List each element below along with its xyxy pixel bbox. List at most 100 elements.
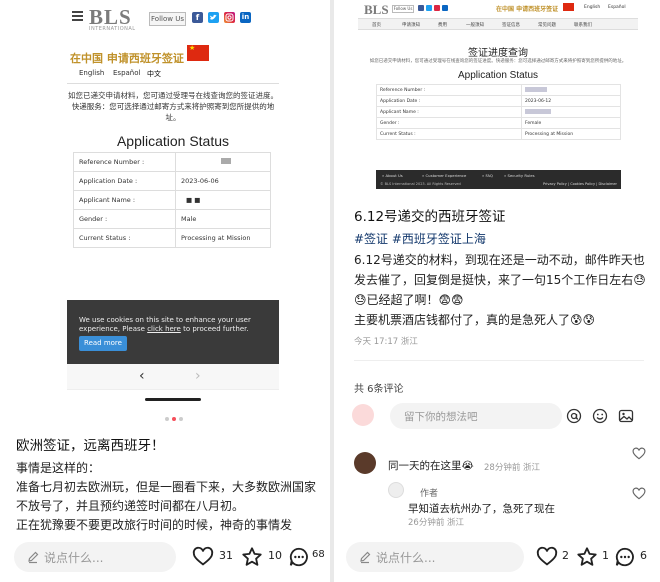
star-icon[interactable]	[241, 546, 263, 568]
left-post-panel: BLS INTERNATIONAL Follow Us f in 在中国 申请西…	[0, 0, 330, 582]
divider	[354, 360, 644, 361]
carousel-dot-active[interactable]	[172, 417, 176, 421]
nav-item[interactable]: 常见问题	[538, 22, 556, 28]
comment-input[interactable]: 留下你的想法吧	[390, 403, 562, 429]
nav-item[interactable]: 签证信息	[502, 22, 520, 28]
follow-us-button[interactable]: Follow Us	[149, 12, 186, 26]
twitter-icon[interactable]	[208, 12, 219, 23]
comment-count-label: 共 6条评论	[354, 384, 404, 395]
footer-link[interactable]: » Customer Experience	[422, 173, 466, 178]
bls-description: 如您已递交申请材料，您可通过受理号在线查询您的签证进度。快递服务：您可选择通过邮…	[369, 59, 627, 64]
twitter-icon[interactable]	[426, 5, 432, 11]
lang-chinese[interactable]: 中文	[147, 69, 161, 79]
facebook-icon[interactable]	[418, 5, 424, 11]
cookie-text-post: to proceed further.	[180, 325, 249, 333]
post-tags[interactable]: #签证 #西班牙签证上海	[354, 230, 486, 247]
avatar[interactable]	[352, 404, 374, 426]
application-status-heading: Application Status	[116, 133, 230, 149]
post-body: 事情是这样的： 准备七月初去欧洲玩，但是一圈看下来，大多数欧洲国家不放号了，并且…	[16, 461, 317, 532]
redaction-mark	[221, 158, 231, 164]
comment-input[interactable]: 说点什么...	[346, 542, 524, 572]
post-title: 欧洲签证，远离西班牙！	[16, 438, 165, 454]
comment-icon[interactable]	[288, 546, 310, 568]
emoji-icon[interactable]	[592, 408, 608, 424]
language-tabs: English Español 中文	[67, 66, 279, 84]
image-icon[interactable]	[618, 408, 634, 424]
instagram-icon[interactable]	[434, 5, 440, 11]
lang-english[interactable]: English	[79, 69, 104, 77]
row-label: Applicant Name :	[73, 190, 176, 210]
nav-item[interactable]: 申请须知	[402, 22, 420, 28]
row-value: Male	[175, 209, 271, 229]
pencil-icon	[360, 551, 371, 564]
instagram-icon[interactable]	[224, 12, 235, 23]
table-row: Current Status : Processing at Mission	[376, 128, 621, 140]
table-row: Gender : Male	[73, 209, 271, 229]
bottom-action-bar: 说点什么... 2 1 6	[334, 538, 660, 582]
heart-icon[interactable]	[536, 546, 558, 568]
lang-spanish[interactable]: Español	[113, 69, 140, 77]
comment-time: 26分钟前 浙江	[408, 518, 465, 528]
lang-spanish[interactable]: Español	[608, 5, 626, 10]
at-icon[interactable]	[566, 408, 582, 424]
comment-count: 6	[640, 549, 647, 562]
bls-header: BLS INTERNATIONAL Follow Us f in	[67, 0, 279, 40]
lang-english[interactable]: English	[584, 5, 600, 10]
footer-policy-links[interactable]: Privacy Policy | Cookies Policy | Discla…	[543, 182, 617, 186]
avatar[interactable]	[354, 452, 376, 474]
row-label: Gender :	[73, 209, 176, 229]
home-indicator	[145, 398, 201, 401]
nav-item[interactable]: 费用	[438, 22, 447, 28]
bls-nav-bar: 首页 申请须知 费用 一般须知 签证信息 常见问题 联系我们	[358, 18, 638, 30]
comment-placeholder: 留下你的想法吧	[404, 411, 478, 423]
read-more-button[interactable]: Read more	[79, 336, 127, 351]
nav-item[interactable]: 一般须知	[466, 22, 484, 28]
status-table: Reference Number : Application Date :202…	[73, 152, 271, 248]
nav-item[interactable]: 联系我们	[574, 22, 592, 28]
cookie-banner: We use cookies on this site to enhance y…	[67, 300, 279, 364]
follow-us-button[interactable]: Follow Us	[392, 5, 414, 13]
visa-progress-heading: 签证进度查询	[468, 48, 528, 59]
bls-page-title: 在中国 申请西班牙签证	[70, 52, 184, 65]
row-label: Reference Number :	[376, 84, 522, 96]
like-count: 2	[562, 549, 569, 562]
row-value	[521, 84, 621, 96]
forward-arrow-icon[interactable]: ›	[195, 368, 201, 384]
footer-link[interactable]: » Security Rules	[504, 173, 535, 178]
carousel-dot[interactable]	[179, 417, 183, 421]
bottom-action-bar: 说点什么... 31 10 68	[0, 538, 330, 582]
comment-placeholder: 说点什么...	[44, 551, 104, 565]
heart-icon[interactable]	[192, 546, 214, 568]
hamburger-icon[interactable]	[72, 11, 83, 21]
table-row: Reference Number :	[73, 152, 271, 172]
linkedin-icon[interactable]	[442, 5, 448, 11]
carousel-dot[interactable]	[165, 417, 169, 421]
row-value: 2023-06-12	[521, 95, 621, 107]
redaction-mark	[525, 86, 547, 92]
table-row: Applicant Name :	[376, 106, 621, 118]
china-flag-icon	[187, 44, 209, 61]
row-label: Applicant Name :	[376, 106, 522, 118]
comment-input[interactable]: 说点什么...	[14, 542, 176, 572]
footer-link[interactable]: » About Us	[382, 173, 403, 178]
back-arrow-icon[interactable]: ‹	[139, 368, 145, 384]
status-table: Reference Number : Application Date :202…	[376, 84, 621, 140]
avatar[interactable]	[388, 482, 404, 498]
row-label: Current Status :	[73, 228, 176, 248]
comment-text: 早知道去杭州办了，急死了现在	[408, 503, 555, 515]
facebook-icon[interactable]: f	[192, 12, 203, 23]
footer-link[interactable]: » FAQ	[482, 173, 493, 178]
star-icon[interactable]	[576, 546, 598, 568]
comment-heart-icon[interactable]	[632, 487, 646, 501]
linkedin-icon[interactable]: in	[240, 12, 251, 23]
cookie-click-here-link[interactable]: click here	[147, 325, 181, 333]
comment-text: 同一天的在这里😭	[388, 460, 474, 472]
nav-item[interactable]: 首页	[372, 22, 381, 28]
bls-footer: » About Us » Customer Experience » FAQ »…	[376, 170, 621, 189]
bls-description: 如您已递交申请材料，您可通过受理号在线查询您的签证进度。快递服务：您可选择通过邮…	[68, 91, 278, 122]
china-flag-icon	[563, 3, 574, 11]
comment-heart-icon[interactable]	[632, 447, 646, 461]
star-count: 1	[602, 549, 609, 562]
comment-icon[interactable]	[614, 546, 636, 568]
table-row: Application Date :2023-06-06	[73, 171, 271, 191]
